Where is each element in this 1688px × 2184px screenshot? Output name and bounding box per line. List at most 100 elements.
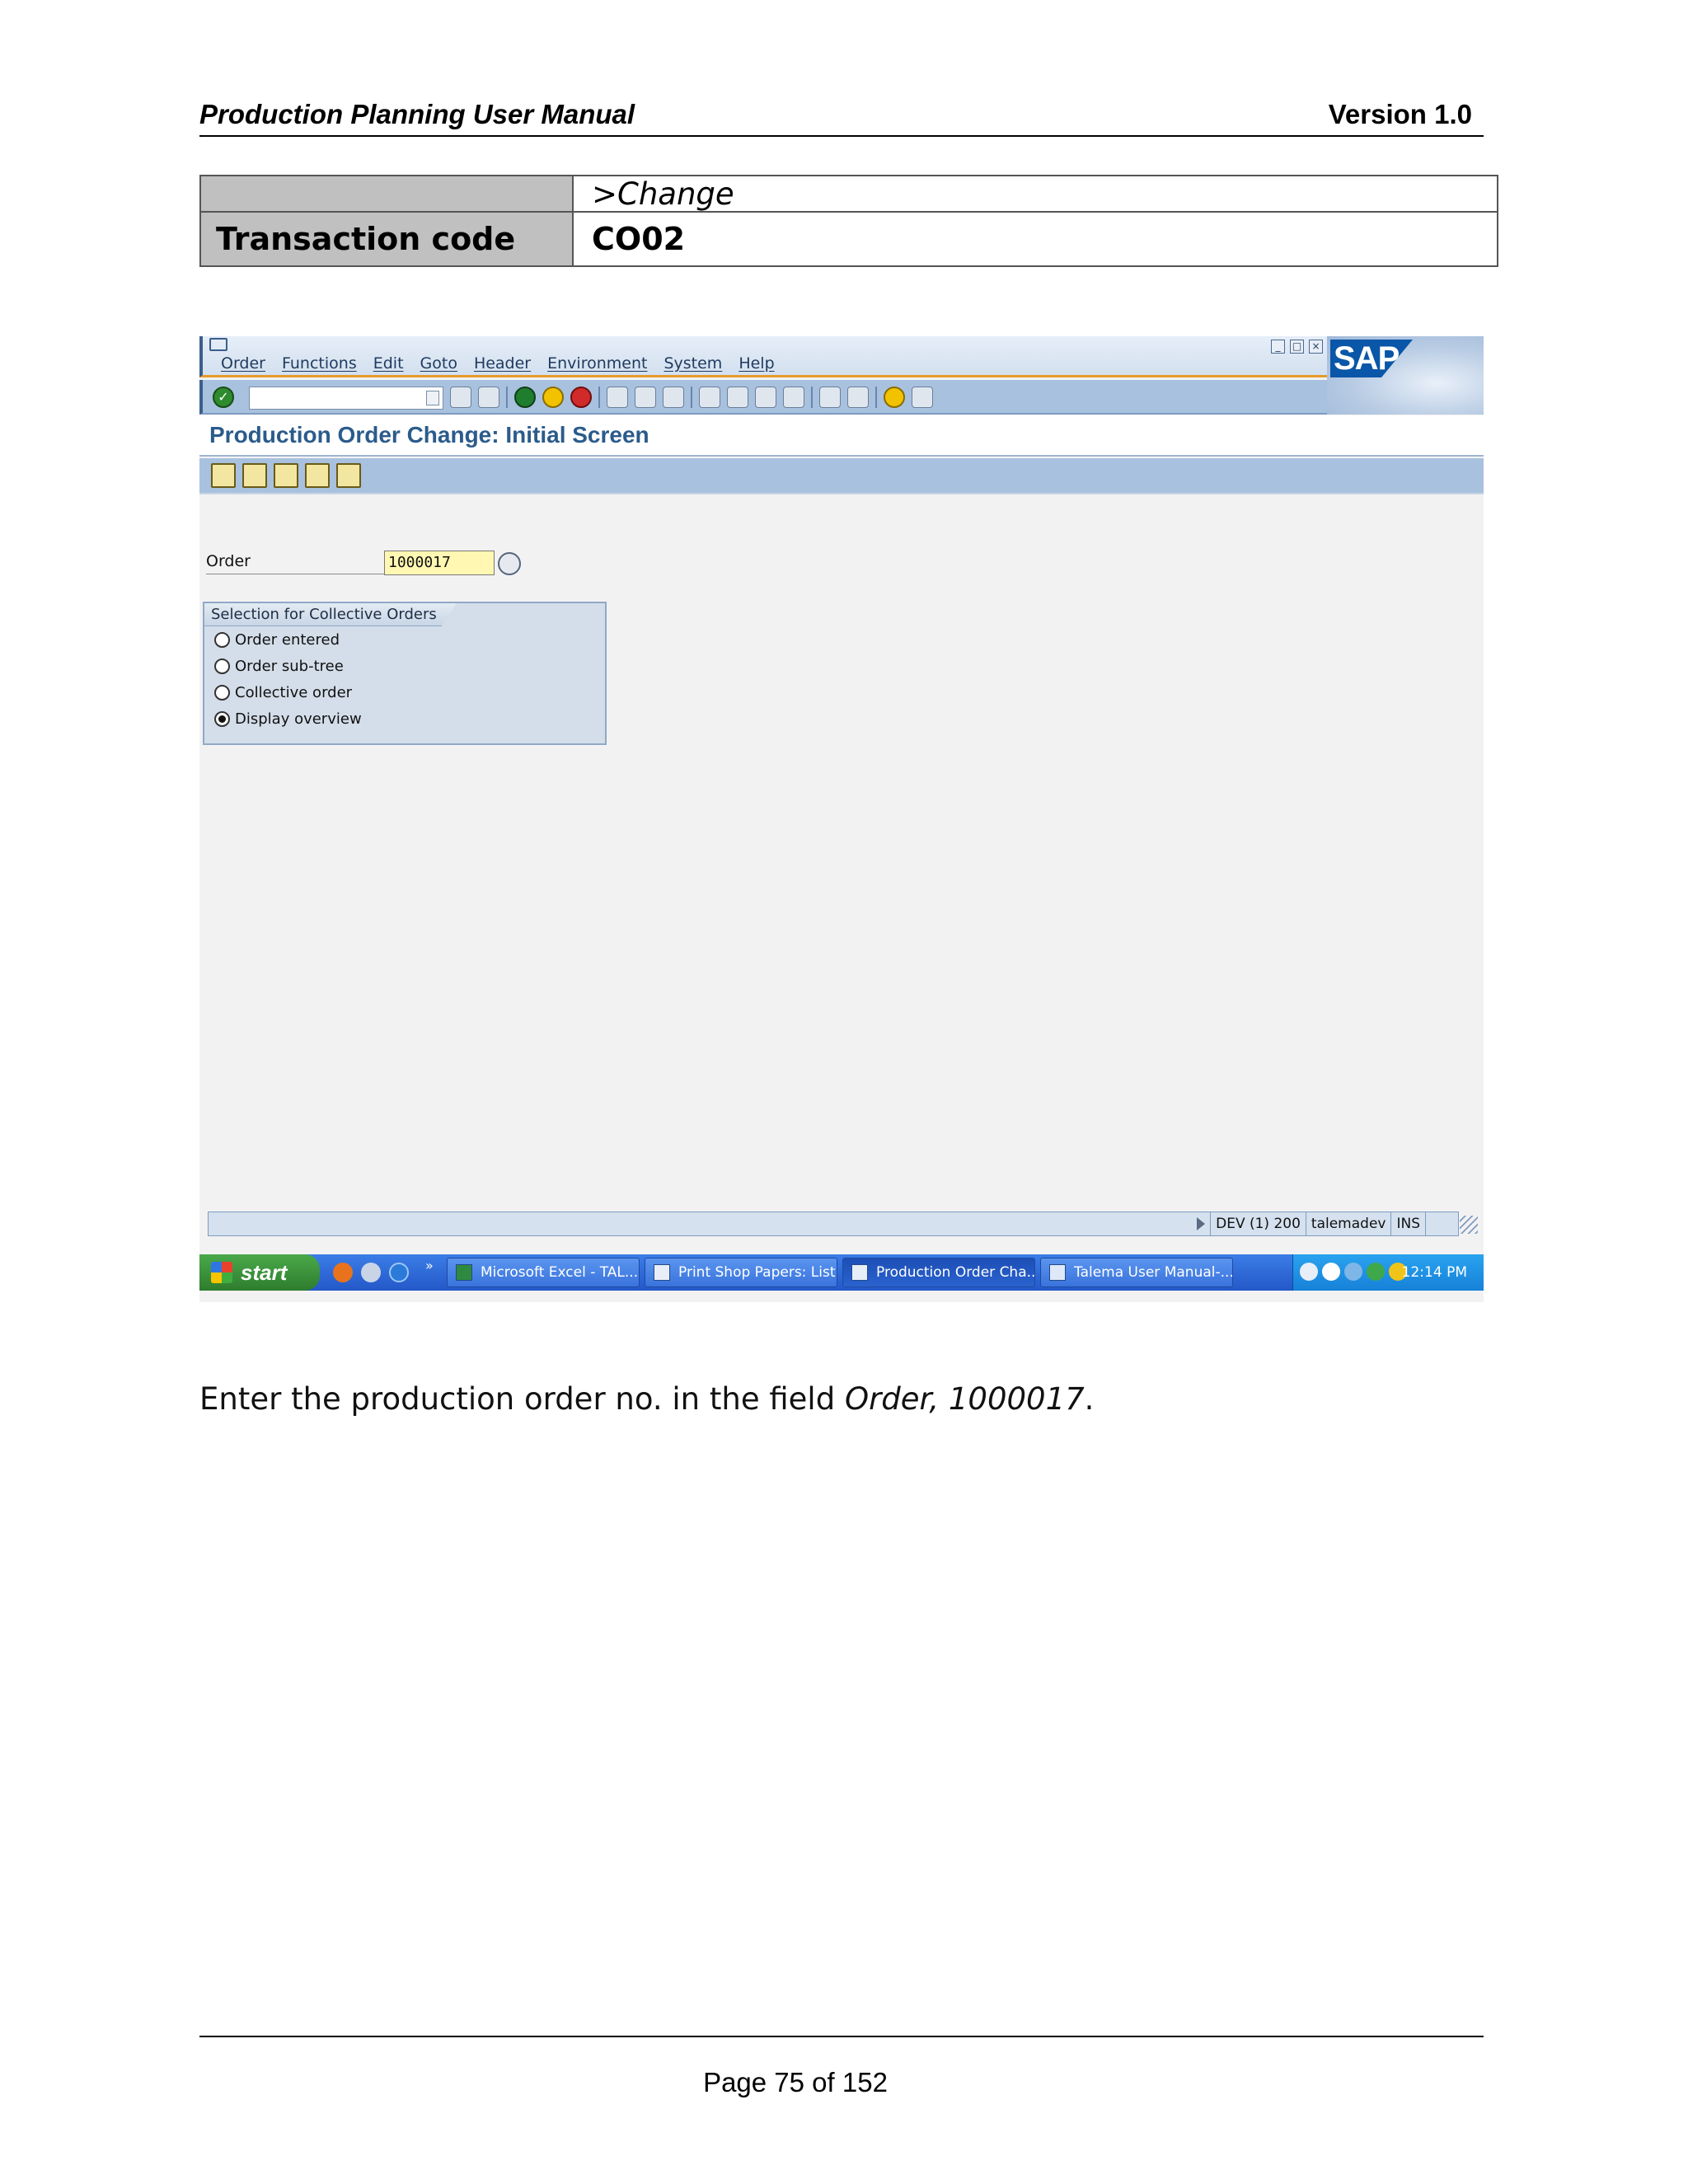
find-icon[interactable]: [635, 387, 656, 408]
headers-icon[interactable]: [211, 463, 236, 488]
menu-path-row: >Change: [201, 176, 1497, 213]
resize-grip-icon[interactable]: [1460, 1216, 1478, 1234]
task-talema-manual[interactable]: Talema User Manual-...: [1040, 1258, 1233, 1287]
document-header: Production Planning User Manual Version …: [199, 97, 1484, 137]
start-label: start: [241, 1260, 288, 1285]
firefox-icon[interactable]: [333, 1263, 353, 1282]
task-label: Talema User Manual-...: [1074, 1264, 1233, 1281]
tray-icons: [1300, 1263, 1407, 1281]
radio-collective-order[interactable]: Collective order: [214, 684, 352, 701]
menu-edit[interactable]: Edit: [373, 354, 404, 373]
help-icon[interactable]: [884, 387, 905, 408]
task-print-shop[interactable]: Print Shop Papers: List: [645, 1258, 837, 1287]
radio-button[interactable]: [214, 658, 230, 674]
task-label: Print Shop Papers: List: [678, 1264, 836, 1281]
task-production-order[interactable]: Production Order Cha...: [842, 1258, 1035, 1287]
sap-window-icon: [851, 1264, 868, 1281]
task-label: Microsoft Excel - TAL...: [481, 1264, 639, 1281]
components-icon[interactable]: [274, 463, 298, 488]
menu-header[interactable]: Header: [474, 354, 531, 373]
command-field[interactable]: [249, 387, 443, 410]
messenger-icon[interactable]: [1322, 1263, 1340, 1281]
windows-logo-icon: [211, 1262, 232, 1283]
back-arrow-icon[interactable]: [450, 387, 471, 408]
operations-icon[interactable]: [242, 463, 267, 488]
close-icon[interactable]: ×: [1309, 340, 1323, 354]
toolbar-separator: [811, 387, 813, 408]
screen-title: Production Order Change: Initial Screen: [209, 422, 649, 448]
toolbar-separator: [691, 387, 692, 408]
system-tray: 12:14 PM: [1292, 1254, 1484, 1291]
system-menu-icon[interactable]: [209, 338, 227, 351]
show-desktop-icon[interactable]: [361, 1263, 381, 1282]
print-icon[interactable]: [607, 387, 628, 408]
order-label: Order: [206, 552, 251, 570]
instruction-text: Enter the production order no. in the fi…: [199, 1381, 1094, 1417]
order-search-help-icon[interactable]: [498, 552, 521, 575]
copy-icon[interactable]: [305, 463, 330, 488]
sync-icon[interactable]: [1367, 1263, 1385, 1281]
exit-icon[interactable]: [542, 387, 564, 408]
create-session-icon[interactable]: [819, 387, 841, 408]
shortcut-icon[interactable]: [847, 387, 869, 408]
menu-path-value-cell: >Change: [575, 176, 1497, 212]
document-title: Production Planning User Manual: [199, 99, 635, 129]
menu-functions[interactable]: Functions: [282, 354, 357, 373]
quick-launch: [333, 1263, 409, 1282]
footer-rule: [199, 2036, 1484, 2037]
tray-expand-icon[interactable]: [1300, 1263, 1318, 1281]
sap-window-icon: [654, 1264, 670, 1281]
maximize-icon[interactable]: □: [1290, 340, 1304, 354]
last-page-icon[interactable]: [783, 387, 804, 408]
transaction-code-label: Transaction code: [216, 221, 516, 257]
menu-environment[interactable]: Environment: [547, 354, 647, 373]
task-excel[interactable]: Microsoft Excel - TAL...: [447, 1258, 640, 1287]
menu-goto[interactable]: Goto: [420, 354, 457, 373]
next-page-icon[interactable]: [755, 387, 776, 408]
standard-toolbar: ✓: [199, 380, 1327, 415]
cancel-icon[interactable]: [570, 387, 592, 408]
back-icon[interactable]: [514, 387, 536, 408]
radio-button[interactable]: [214, 685, 230, 701]
documents-icon[interactable]: [336, 463, 361, 488]
toolbar-separator: [598, 387, 600, 408]
enter-check-icon[interactable]: ✓: [213, 387, 234, 408]
save-icon[interactable]: [478, 387, 499, 408]
word-icon: [1049, 1264, 1066, 1281]
status-expand-icon[interactable]: [1197, 1217, 1206, 1230]
internet-explorer-icon[interactable]: [389, 1263, 409, 1282]
sap-menu-bar: Order Functions Edit Goto Header Environ…: [199, 336, 1484, 377]
radio-button[interactable]: [214, 632, 230, 648]
excel-icon: [456, 1264, 472, 1281]
application-toolbar: [199, 458, 1484, 494]
command-history-icon[interactable]: [426, 391, 439, 405]
transaction-code: CO02: [592, 221, 686, 257]
start-button[interactable]: start: [199, 1254, 320, 1291]
document-version: Version 1.0: [1328, 99, 1472, 129]
menu-items: Order Functions Edit Goto Header Environ…: [221, 354, 775, 373]
radio-display-overview[interactable]: Display overview: [214, 710, 362, 728]
first-page-icon[interactable]: [699, 387, 720, 408]
layout-menu-icon[interactable]: [912, 387, 933, 408]
transaction-code-row: Transaction code CO02: [201, 213, 1497, 265]
order-input[interactable]: 1000017: [384, 551, 495, 575]
radio-order-entered[interactable]: Order entered: [214, 631, 340, 649]
radio-button-selected[interactable]: [214, 711, 230, 727]
radio-order-sub-tree[interactable]: Order sub-tree: [214, 658, 344, 675]
sap-window: Order Functions Edit Goto Header Environ…: [199, 336, 1484, 1302]
menu-system[interactable]: System: [663, 354, 722, 373]
menu-order[interactable]: Order: [221, 354, 265, 373]
network-icon[interactable]: [1344, 1263, 1362, 1281]
radio-label: Order entered: [235, 631, 340, 649]
screen-title-bar: Production Order Change: Initial Screen: [199, 415, 1484, 457]
application-toolbar-icons: [211, 463, 361, 488]
minimize-icon[interactable]: _: [1271, 340, 1285, 354]
find-next-icon[interactable]: [663, 387, 684, 408]
menu-path: >Change: [592, 176, 734, 212]
window-controls: _ □ ×: [1271, 340, 1323, 354]
sap-logo: SAP: [1327, 336, 1484, 415]
previous-page-icon[interactable]: [727, 387, 748, 408]
user-name: talemadev: [1305, 1212, 1391, 1235]
quick-launch-chevron-icon[interactable]: »: [425, 1258, 434, 1273]
menu-help[interactable]: Help: [738, 354, 774, 373]
